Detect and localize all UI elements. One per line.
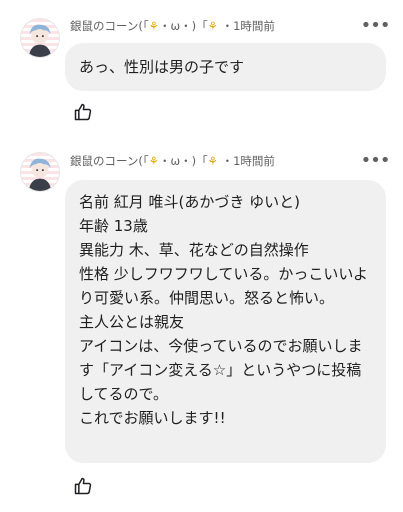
author-name-tail[interactable]: ・ω・)「 <box>159 154 208 168</box>
comment-meta: 銀鼠のコーン(「⚘・ω・)「⚘ ・1時間前 <box>70 18 275 34</box>
author-name[interactable]: 銀鼠のコーン(「 <box>70 154 149 168</box>
time-separator: ・ <box>221 154 234 168</box>
thumbs-up-icon[interactable] <box>73 476 93 496</box>
avatar-image <box>28 24 52 57</box>
corn-emoji-icon: ⚘ <box>148 19 159 33</box>
corn-emoji-icon: ⚘ <box>148 154 159 168</box>
more-horizontal-icon[interactable]: ••• <box>361 152 391 170</box>
avatar[interactable] <box>20 152 60 192</box>
comment-text: あっ、性別は男の子です <box>65 43 386 91</box>
more-horizontal-icon[interactable]: ••• <box>361 17 391 35</box>
time-separator: ・ <box>221 19 234 33</box>
thumbs-up-icon[interactable] <box>73 102 93 122</box>
timestamp[interactable]: 1時間前 <box>233 19 275 33</box>
comment-text: 名前 紅月 唯斗(あかづき ゆいと) 年齢 13歳 異能力 木、草、花などの自然… <box>65 180 386 463</box>
avatar-image <box>28 158 52 191</box>
author-name[interactable]: 銀鼠のコーン(「 <box>70 19 149 33</box>
avatar[interactable] <box>20 18 60 58</box>
corn-emoji-icon: ⚘ <box>207 19 218 33</box>
timestamp[interactable]: 1時間前 <box>233 154 275 168</box>
comment-meta: 銀鼠のコーン(「⚘・ω・)「⚘ ・1時間前 <box>70 153 275 169</box>
corn-emoji-icon: ⚘ <box>207 154 218 168</box>
author-name-tail[interactable]: ・ω・)「 <box>159 19 208 33</box>
